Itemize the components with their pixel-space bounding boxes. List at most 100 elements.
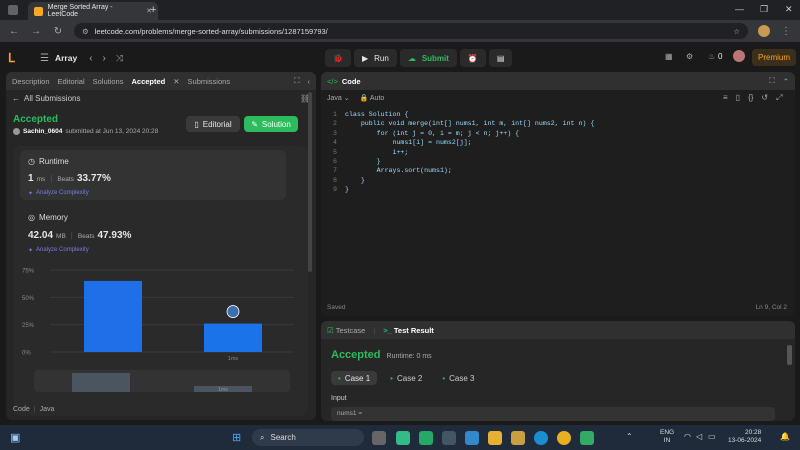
format-icon[interactable]: ≡ — [723, 93, 728, 103]
new-tab-button[interactable]: + — [150, 4, 156, 16]
tab-accepted[interactable]: Accepted — [131, 77, 165, 86]
close-window-icon[interactable]: ✕ — [785, 4, 793, 15]
app-icon-5[interactable] — [580, 431, 594, 445]
code-line[interactable]: 8 } — [325, 176, 594, 185]
code-line[interactable]: 2 public void merge(int[] nums1, int m, … — [325, 119, 594, 128]
tab-solutions[interactable]: Solutions — [93, 77, 124, 86]
braces-icon[interactable]: {} — [748, 93, 753, 103]
language-select[interactable]: Java ⌄ — [327, 94, 350, 102]
next-problem-icon[interactable]: › — [103, 53, 106, 64]
tab-editorial[interactable]: Editorial — [58, 77, 85, 86]
reload-icon[interactable]: ↻ — [52, 26, 64, 37]
app-icon-1[interactable] — [396, 431, 410, 445]
clock-icon: ◷ — [28, 157, 35, 166]
code-line[interactable]: 1 class Solution { — [325, 110, 594, 119]
notifications-icon[interactable]: 🔔 — [780, 432, 790, 441]
menu-icon[interactable]: ⋮ — [780, 26, 792, 37]
expand-icon[interactable]: ⛶ — [294, 76, 299, 86]
browser-tab[interactable]: Merge Sorted Array - LeetCode ✕ — [28, 2, 158, 20]
code-line[interactable]: 3 for (int j = 0, i = m; j < n; j++) { — [325, 129, 594, 138]
premium-button[interactable]: Premium — [752, 49, 797, 66]
avatar[interactable] — [733, 50, 745, 62]
extension-icon[interactable] — [758, 25, 770, 37]
bookmark-star-icon[interactable]: ☆ — [733, 27, 740, 36]
taskbar-search[interactable]: ⌕ Search — [252, 429, 364, 446]
analyze-complexity-link[interactable]: ✦ Analyze Complexity — [28, 190, 89, 197]
streak-fire-icon[interactable]: ♨ — [708, 52, 715, 61]
tab-title: Merge Sorted Array - LeetCode — [47, 4, 113, 18]
app-icon-3[interactable] — [442, 431, 456, 445]
code-line[interactable]: 4 nums1[i] = nums2[j]; — [325, 138, 594, 147]
case-1-tab[interactable]: • Case 1 — [331, 371, 378, 385]
tab-submissions[interactable]: Submissions — [188, 77, 231, 86]
code-line[interactable]: 9} — [325, 185, 594, 194]
list-icon[interactable]: ☰ — [40, 53, 49, 64]
settings-gear-icon[interactable]: ⚙ — [686, 52, 693, 61]
analyze-complexity-link-2[interactable]: ✦ Analyze Complexity — [28, 247, 89, 254]
auto-toggle[interactable]: 🔒 Auto — [360, 94, 385, 102]
tab-description[interactable]: Description — [12, 77, 50, 86]
url-text: leetcode.com/problems/merge-sorted-array… — [94, 26, 328, 36]
tab-test-result[interactable]: >_ Test Result — [383, 326, 434, 335]
bookmark-icon[interactable]: ▯ — [736, 93, 740, 103]
close-accepted-tab-icon[interactable]: ✕ — [173, 77, 179, 86]
notes-button[interactable]: ▤ — [488, 49, 513, 67]
debug-button[interactable]: 🐞 — [325, 49, 351, 67]
editorial-button[interactable]: ▯ Editorial — [186, 116, 240, 132]
app-icon-2[interactable] — [419, 431, 433, 445]
leetcode-topbar: ᒪ ☰ Array ‹ › ⤨ 🐞 ▶ Run ☁ Submit ⏰ ▤ ▦ ⚙ ♨… — [0, 46, 800, 70]
problem-list-label[interactable]: Array — [55, 53, 77, 63]
code-line[interactable]: 5 i++; — [325, 148, 594, 157]
collapse-code-icon[interactable]: ⌃ — [783, 77, 789, 86]
tray-chevron-icon[interactable]: ⌃ — [626, 432, 633, 441]
fullscreen-icon[interactable]: ⤢ — [776, 93, 782, 103]
back-arrow-icon: ← — [12, 94, 20, 103]
site-info-icon[interactable]: ⚙ — [82, 27, 89, 36]
shuffle-icon[interactable]: ⤨ — [116, 53, 123, 64]
chrome-icon[interactable] — [557, 431, 571, 445]
code-editor[interactable]: 1 class Solution {2 public void merge(int… — [325, 110, 594, 195]
maximize-icon[interactable]: ❐ — [760, 4, 768, 15]
solution-button[interactable]: ✎ Solution — [244, 116, 298, 132]
file-explorer-icon[interactable] — [488, 431, 502, 445]
widgets-icon[interactable]: ▣ — [10, 431, 20, 444]
wifi-icon[interactable]: ◠ — [684, 432, 691, 441]
forward-icon[interactable]: → — [30, 26, 42, 37]
line-number: 1 — [333, 111, 337, 118]
url-field[interactable]: ⚙ leetcode.com/problems/merge-sorted-arr… — [74, 23, 748, 39]
windows-start-icon[interactable]: ⊞ — [232, 431, 241, 444]
volume-icon[interactable]: ◁ — [696, 432, 702, 441]
input-label: Input — [331, 395, 347, 402]
code-line[interactable]: 6 } — [325, 157, 594, 166]
reset-icon[interactable]: ↺ — [761, 93, 768, 103]
task-view-icon[interactable] — [372, 431, 386, 445]
leetcode-logo-icon[interactable]: ᒪ — [8, 51, 26, 65]
input-language[interactable]: ENG IN — [660, 429, 674, 445]
timer-button[interactable]: ⏰ — [459, 49, 486, 67]
tab-testcase[interactable]: ☑ Testcase — [327, 326, 365, 335]
collapse-icon[interactable]: ‹ — [308, 77, 311, 86]
code-line[interactable]: 7 Arrays.sort(nums1); — [325, 166, 594, 175]
expand-code-icon[interactable]: ⛶ — [769, 76, 774, 86]
battery-icon[interactable]: ▭ — [708, 432, 716, 441]
run-button[interactable]: ▶ Run — [353, 49, 397, 67]
scrollbar[interactable] — [308, 92, 312, 272]
store-icon[interactable] — [511, 431, 525, 445]
minimize-icon[interactable]: — — [735, 4, 744, 14]
bar[interactable] — [204, 323, 262, 352]
case-2-tab[interactable]: • Case 2 — [383, 371, 429, 385]
submit-button[interactable]: ☁ Submit — [399, 49, 457, 67]
username[interactable]: Sachin_0604 — [23, 128, 62, 135]
prev-problem-icon[interactable]: ‹ — [89, 53, 92, 64]
case-3-tab[interactable]: • Case 3 — [435, 371, 481, 385]
tab-search-icon[interactable] — [8, 5, 18, 15]
clock[interactable]: 20:28 13-06-2024 — [728, 429, 761, 445]
code-text: } — [345, 176, 365, 184]
layout-icon[interactable]: ▦ — [665, 52, 673, 61]
all-submissions-link[interactable]: ← All Submissions — [12, 94, 80, 103]
back-icon[interactable]: ← — [8, 26, 20, 37]
result-scrollbar[interactable] — [787, 345, 792, 365]
edge-icon[interactable] — [534, 431, 548, 445]
app-icon-4[interactable] — [465, 431, 479, 445]
bar[interactable] — [84, 280, 142, 352]
